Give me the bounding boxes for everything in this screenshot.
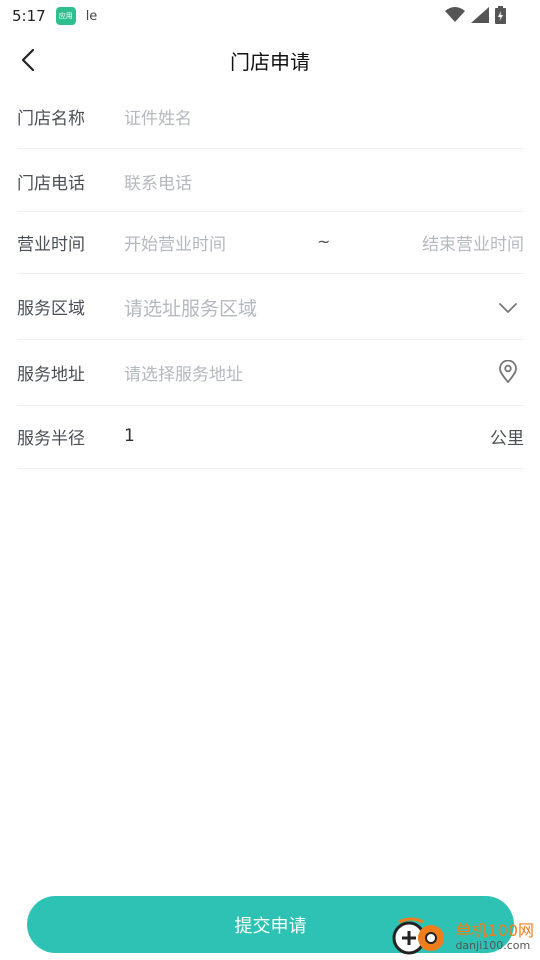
header: 门店申请 (0, 36, 540, 84)
store-name-input[interactable]: 证件姓名 (124, 104, 192, 129)
watermark-logo-icon (392, 917, 445, 955)
service-address-label: 服务地址 (17, 365, 85, 385)
app-notification-icon: 应用 (55, 7, 76, 25)
service-area-label: 服务区域 (17, 299, 85, 319)
store-phone-label: 门店电话 (17, 174, 85, 194)
store-name-row: 门店名称 证件姓名 (17, 84, 524, 149)
business-hours-row: 营业时间 开始营业时间 ~ 结束营业时间 (17, 212, 524, 274)
status-bar: 5:17 应用 le (0, 0, 540, 32)
service-area-select[interactable]: 请选址服务区域 (124, 294, 257, 321)
store-phone-input[interactable]: 联系电话 (124, 169, 192, 194)
le-notification-icon: le (85, 8, 98, 24)
service-radius-input[interactable]: 1 (124, 426, 135, 446)
service-radius-label: 服务半径 (17, 429, 85, 449)
page-title: 门店申请 (230, 50, 310, 74)
start-time-input[interactable]: 开始营业时间 (124, 230, 226, 255)
service-address-select[interactable]: 请选择服务地址 (124, 360, 243, 385)
status-time: 5:17 (12, 7, 46, 25)
chevron-down-icon[interactable] (498, 298, 518, 318)
service-radius-row: 服务半径 1 公里 (17, 406, 524, 469)
business-hours-label: 营业时间 (17, 235, 85, 255)
end-time-input[interactable]: 结束营业时间 (422, 230, 524, 255)
signal-icon (471, 7, 489, 23)
watermark-text: 单机100网 danji100.com (455, 922, 534, 952)
store-application-form: 门店名称 证件姓名 门店电话 联系电话 营业时间 开始营业时间 ~ 结束营业时间… (17, 84, 524, 469)
location-pin-icon[interactable] (498, 360, 518, 384)
watermark: 单机100网 danji100.com (391, 914, 534, 960)
store-name-label: 门店名称 (17, 109, 85, 129)
battery-icon (495, 6, 506, 24)
time-separator: ~ (317, 232, 331, 251)
wifi-icon (445, 7, 465, 22)
status-icons (445, 6, 506, 24)
store-phone-row: 门店电话 联系电话 (17, 149, 524, 212)
watermark-domain: danji100.com (455, 938, 531, 952)
service-address-row[interactable]: 服务地址 请选择服务地址 (17, 340, 524, 406)
watermark-brand: 单机100网 (455, 921, 534, 941)
service-area-row[interactable]: 服务区域 请选址服务区域 (17, 274, 524, 340)
radius-unit: 公里 (490, 429, 524, 449)
